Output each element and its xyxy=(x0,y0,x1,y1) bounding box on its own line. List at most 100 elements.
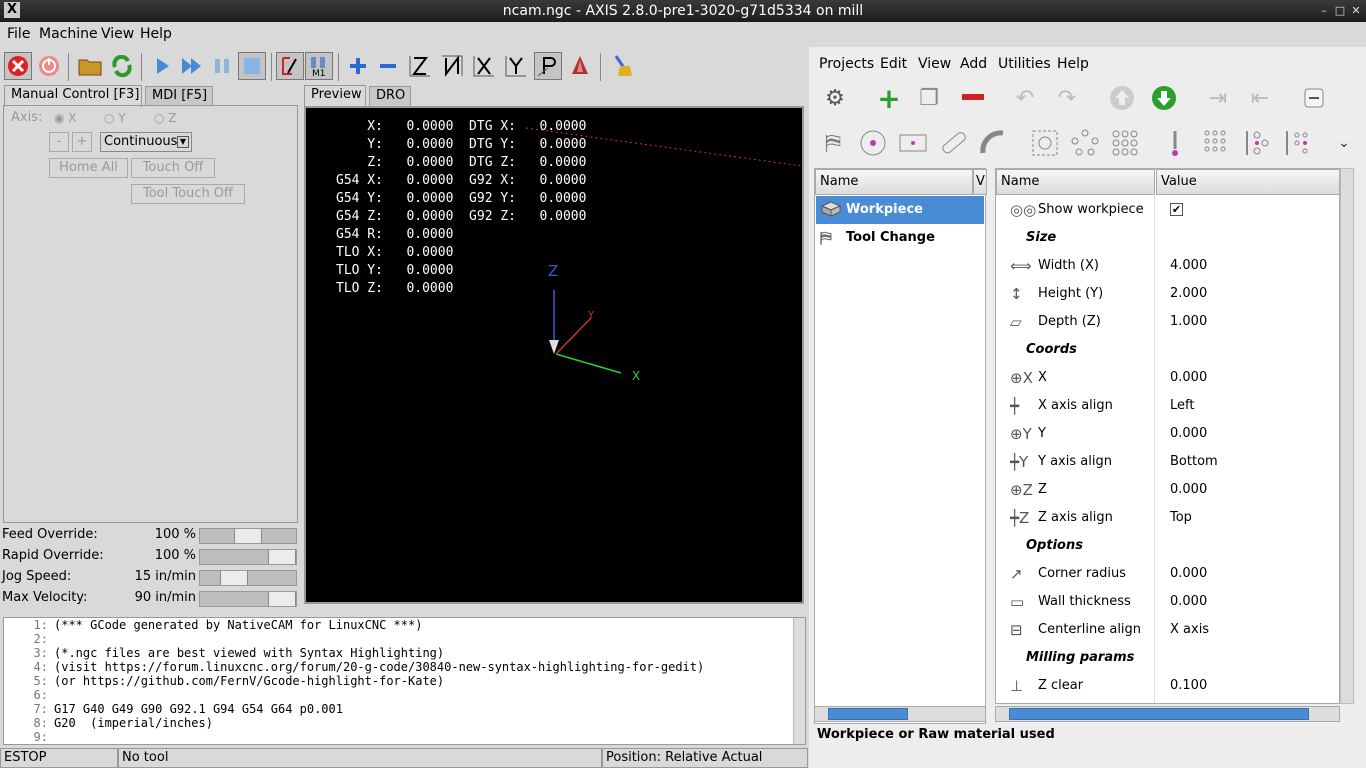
gcode-scrollbar[interactable] xyxy=(793,618,805,744)
jog-plus-button[interactable]: + xyxy=(72,132,92,152)
ncam-menu-add[interactable]: Add xyxy=(960,56,987,72)
estop-icon[interactable] xyxy=(4,52,32,80)
pocket-rect-icon[interactable] xyxy=(897,127,929,159)
props-value[interactable]: 4.000 xyxy=(1170,252,1207,280)
drill-line-icon[interactable] xyxy=(1241,127,1273,159)
props-row[interactable]: ┿Y Y axis align Bottom xyxy=(996,448,1339,476)
collapse-icon[interactable] xyxy=(1298,82,1330,114)
chevron-down-icon[interactable]: ⌄ xyxy=(1328,127,1360,159)
pause-icon[interactable] xyxy=(208,52,236,80)
project-tree[interactable]: Name V Workpiece ⛿ Tool Change xyxy=(814,168,987,724)
props-row[interactable]: ⟺ Width (X) 4.000 xyxy=(996,252,1339,280)
props-value[interactable]: 0.000 xyxy=(1170,476,1207,504)
props-value[interactable]: 1.000 xyxy=(1170,308,1207,336)
view-p-icon[interactable] xyxy=(534,52,562,80)
step-icon[interactable] xyxy=(178,52,206,80)
home-all-button[interactable]: Home All xyxy=(49,158,128,178)
rapid-override-slider[interactable] xyxy=(199,549,297,565)
props-value[interactable]: Bottom xyxy=(1170,448,1218,476)
max-velocity-slider[interactable] xyxy=(199,591,297,607)
gcode-line[interactable]: 5: (or https://github.com/FernV/Gcode-hig… xyxy=(4,674,805,688)
jog-minus-button[interactable]: - xyxy=(49,132,69,152)
gcode-line[interactable]: 7: G17 G40 G49 G90 G92.1 G94 G54 G64 p0.0… xyxy=(4,702,805,716)
props-value[interactable]: Top xyxy=(1170,504,1192,532)
gcode-line[interactable]: 3: (*.ngc files are best viewed with Synt… xyxy=(4,646,805,660)
gcode-line[interactable]: 1: (*** GCode generated by NativeCAM for … xyxy=(4,618,805,632)
optional-stop-icon[interactable]: M1 xyxy=(305,52,333,80)
tab-mdi[interactable]: MDI [F5] xyxy=(145,86,213,106)
minimize-icon[interactable]: – xyxy=(1316,0,1332,22)
tree-header-v[interactable]: V xyxy=(973,169,987,195)
gcode-line[interactable]: 2: xyxy=(4,632,805,646)
props-value[interactable]: 0.000 xyxy=(1170,588,1207,616)
props-vscrollbar[interactable] xyxy=(1340,168,1354,704)
slider-thumb[interactable] xyxy=(268,592,296,606)
props-row[interactable]: ▭ Wall thickness 0.000 xyxy=(996,588,1339,616)
props-row[interactable]: ⊕Y Y 0.000 xyxy=(996,420,1339,448)
drill-dots-icon[interactable] xyxy=(1281,127,1313,159)
view-y-icon[interactable] xyxy=(502,52,530,80)
props-value[interactable]: 0.000 xyxy=(1170,420,1207,448)
undo-icon[interactable]: ↶ xyxy=(1009,82,1041,114)
stop-icon[interactable] xyxy=(238,52,266,80)
run-icon[interactable] xyxy=(148,52,176,80)
props-row[interactable]: ▱ Depth (Z) 1.000 xyxy=(996,308,1339,336)
rotate-icon[interactable] xyxy=(566,52,594,80)
toolpath-preview[interactable]: X: 0.0000 DTG X: 0.0000 Y: 0.0000 DTG Y:… xyxy=(304,106,804,604)
gcode-line[interactable]: 9: xyxy=(4,730,805,744)
zoom-out-icon[interactable] xyxy=(374,52,402,80)
axis-radio-x[interactable]: ◉ X xyxy=(54,111,77,125)
axis-radio-y[interactable]: ○ Y xyxy=(104,111,126,125)
tree-header-name[interactable]: Name xyxy=(815,169,973,195)
menu-file[interactable]: File xyxy=(7,26,30,42)
tree-item-tool-change[interactable]: ⛿ Tool Change xyxy=(816,224,974,252)
props-row[interactable]: ⊕Z Z 0.000 xyxy=(996,476,1339,504)
drill-circle-icon[interactable] xyxy=(857,127,889,159)
tree-hscrollbar[interactable] xyxy=(814,706,986,722)
props-row[interactable]: ⊟ Centerline align X axis xyxy=(996,616,1339,644)
move-up-icon[interactable] xyxy=(1106,82,1138,114)
settings-gear-icon[interactable]: ⚙ xyxy=(819,82,851,114)
touch-off-button[interactable]: Touch Off xyxy=(131,158,215,178)
outdent-icon[interactable]: ⇤ xyxy=(1244,82,1276,114)
props-value[interactable]: 2.000 xyxy=(1170,280,1207,308)
slider-thumb[interactable] xyxy=(234,529,262,543)
props-hscrollbar[interactable] xyxy=(995,706,1340,722)
close-icon[interactable]: ✕ xyxy=(1348,0,1364,22)
remove-icon[interactable] xyxy=(957,82,989,114)
tool-change-icon[interactable]: ⛿ xyxy=(817,127,849,159)
props-value[interactable]: 0.000 xyxy=(1170,560,1207,588)
indent-icon[interactable]: ⇥ xyxy=(1202,82,1234,114)
view-z2-icon[interactable] xyxy=(438,52,466,80)
tool-touch-off-button[interactable]: Tool Touch Off xyxy=(131,184,245,204)
props-value[interactable]: 0.100 xyxy=(1170,672,1207,700)
tab-preview[interactable]: Preview xyxy=(304,85,366,107)
props-row[interactable]: ⊕X X 0.000 xyxy=(996,364,1339,392)
move-down-icon[interactable] xyxy=(1148,82,1180,114)
zoom-in-icon[interactable] xyxy=(344,52,372,80)
props-row[interactable]: ◎◎ Show workpiece ✔ xyxy=(996,196,1339,224)
ncam-menu-help[interactable]: Help xyxy=(1057,56,1089,72)
gcode-line[interactable]: 6: xyxy=(4,688,805,702)
jog-mode-select[interactable]: Continuous ▼ xyxy=(100,132,192,152)
slot-icon[interactable] xyxy=(937,127,969,159)
maximize-icon[interactable]: □ xyxy=(1332,0,1348,22)
ncam-menu-utilities[interactable]: Utilities xyxy=(998,56,1051,72)
feed-override-slider[interactable] xyxy=(199,528,297,544)
grid-pattern-icon[interactable] xyxy=(1109,127,1141,159)
open-file-icon[interactable] xyxy=(76,52,104,80)
props-value[interactable]: X axis xyxy=(1170,616,1209,644)
props-header-value[interactable]: Value xyxy=(1156,169,1339,195)
drill-matrix-icon[interactable] xyxy=(1201,127,1233,159)
ncam-menu-edit[interactable]: Edit xyxy=(880,56,907,72)
gcode-line[interactable]: 4: (visit https://forum.linuxcnc.org/foru… xyxy=(4,660,805,674)
props-value[interactable]: 0.000 xyxy=(1170,364,1207,392)
ncam-menu-projects[interactable]: Projects xyxy=(819,56,874,72)
reload-icon[interactable] xyxy=(108,52,136,80)
clear-plot-icon[interactable] xyxy=(609,52,637,80)
circular-pattern-icon[interactable] xyxy=(1069,127,1101,159)
tab-manual-control[interactable]: Manual Control [F3] xyxy=(4,85,142,107)
axis-radio-z[interactable]: ○ Z xyxy=(154,111,177,125)
jog-speed-slider[interactable] xyxy=(199,570,297,586)
props-header-name[interactable]: Name xyxy=(996,169,1155,195)
